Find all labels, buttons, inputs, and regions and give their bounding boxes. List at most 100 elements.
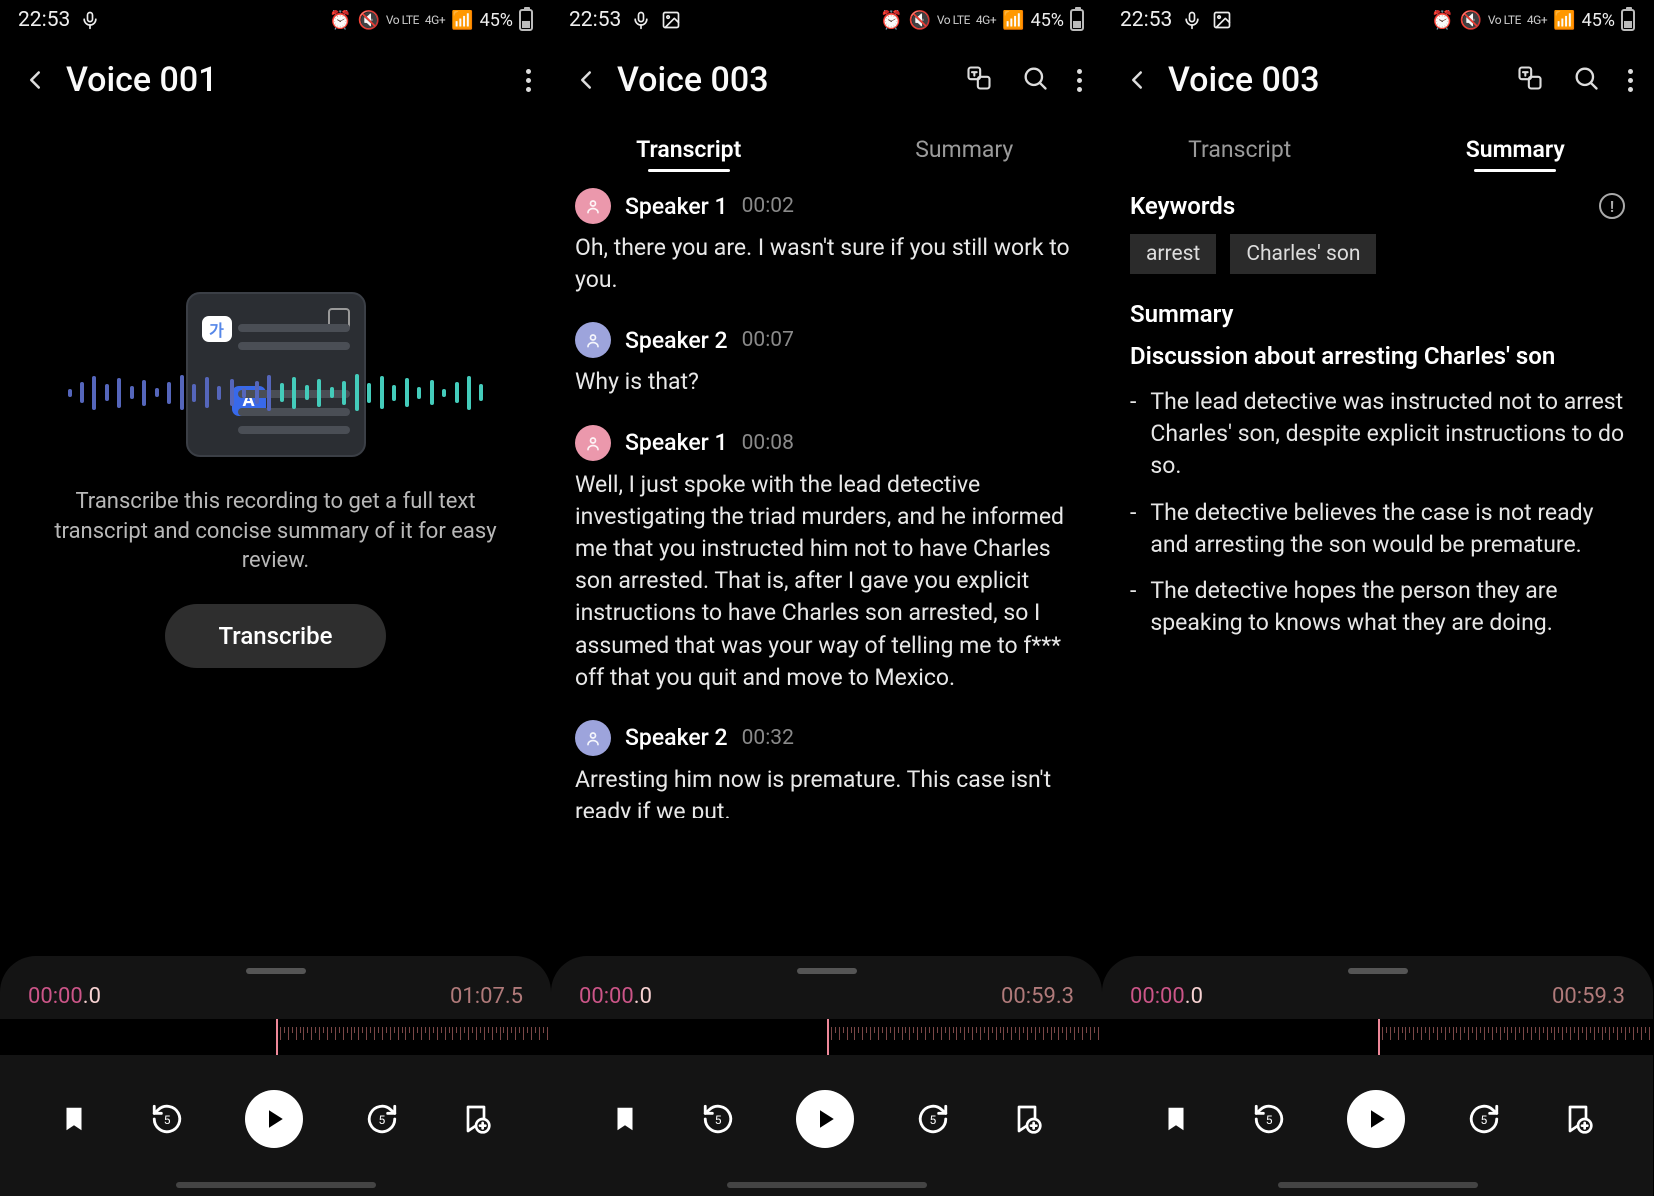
- back-button[interactable]: [1122, 65, 1152, 95]
- waveform-scrubber[interactable]: [0, 1019, 551, 1055]
- status-time: 22:53: [569, 8, 621, 32]
- summary-bullets: The lead detective was instructed not to…: [1130, 386, 1625, 639]
- battery-percent: 45%: [1031, 10, 1064, 31]
- tab-transcript[interactable]: Transcript: [551, 120, 827, 178]
- entry-timestamp: 00:08: [742, 431, 794, 455]
- mute-icon: 🔇: [908, 10, 930, 31]
- more-menu-button[interactable]: [1628, 69, 1633, 92]
- drag-handle[interactable]: [797, 968, 857, 974]
- translate-icon[interactable]: [1516, 64, 1544, 96]
- player-panel: 00:00.0 00:59.3 5 5: [1102, 956, 1653, 1196]
- transcript-entry[interactable]: Speaker 1 00:08 Well, I just spoke with …: [575, 425, 1078, 694]
- volte-icon: Vo LTE: [386, 13, 419, 27]
- forward-5-button[interactable]: 5: [916, 1102, 950, 1136]
- battery-percent: 45%: [1582, 10, 1615, 31]
- forward-5-button[interactable]: 5: [1467, 1102, 1501, 1136]
- search-icon[interactable]: [1021, 64, 1049, 96]
- network-type: 4G+: [1527, 13, 1547, 27]
- keyword-chip[interactable]: arrest: [1130, 234, 1216, 274]
- entry-text: Arresting him now is premature. This cas…: [575, 764, 1078, 818]
- speaker-avatar: [575, 425, 611, 461]
- search-icon[interactable]: [1572, 64, 1600, 96]
- summary-heading: Discussion about arresting Charles' son: [1130, 342, 1625, 370]
- transcribe-button[interactable]: Transcribe: [165, 604, 387, 668]
- home-indicator[interactable]: [1278, 1182, 1478, 1188]
- transcribe-illustration: 가 A: [186, 292, 366, 457]
- bookmark-button[interactable]: [610, 1104, 640, 1134]
- speaker-avatar: [575, 322, 611, 358]
- speaker-avatar: [575, 188, 611, 224]
- back-button[interactable]: [571, 65, 601, 95]
- recording-title: Voice 003: [1168, 60, 1500, 100]
- rewind-5-button[interactable]: 5: [1252, 1102, 1286, 1136]
- total-time: 00:59.3: [1552, 984, 1625, 1009]
- drag-handle[interactable]: [1348, 968, 1408, 974]
- forward-5-button[interactable]: 5: [365, 1102, 399, 1136]
- battery-icon: [1070, 9, 1084, 31]
- summary-panel: Keywords ! arrestCharles' son Summary Di…: [1102, 178, 1653, 667]
- media-icon: [661, 10, 681, 30]
- tab-summary[interactable]: Summary: [1378, 120, 1654, 178]
- entry-text: Oh, there you are. I wasn't sure if you …: [575, 232, 1078, 296]
- rewind-5-button[interactable]: 5: [150, 1102, 184, 1136]
- waveform-scrubber[interactable]: [551, 1019, 1102, 1055]
- transcript-list[interactable]: Speaker 1 00:02 Oh, there you are. I was…: [551, 178, 1102, 818]
- entry-text: Well, I just spoke with the lead detecti…: [575, 469, 1078, 694]
- app-header: Voice 003: [1102, 40, 1653, 120]
- rewind-5-button[interactable]: 5: [701, 1102, 735, 1136]
- mic-icon: [631, 10, 651, 30]
- tab-bar: TranscriptSummary: [551, 120, 1102, 178]
- play-button[interactable]: [245, 1090, 303, 1148]
- keyword-chip[interactable]: Charles' son: [1230, 234, 1376, 274]
- player-panel: 00:00.0 01:07.5 5 5: [0, 956, 551, 1196]
- add-bookmark-button[interactable]: [460, 1103, 492, 1135]
- status-time: 22:53: [1120, 8, 1172, 32]
- play-button[interactable]: [1347, 1090, 1405, 1148]
- speaker-avatar: [575, 720, 611, 756]
- info-icon[interactable]: !: [1599, 193, 1625, 219]
- battery-icon: [519, 9, 533, 31]
- more-menu-button[interactable]: [1077, 69, 1082, 92]
- transcript-entry[interactable]: Speaker 1 00:02 Oh, there you are. I was…: [575, 188, 1078, 296]
- add-bookmark-button[interactable]: [1562, 1103, 1594, 1135]
- status-bar: 22:53 ⏰ 🔇 Vo LTE 4G+ 📶 45%: [551, 0, 1102, 40]
- bookmark-button[interactable]: [59, 1104, 89, 1134]
- play-button[interactable]: [796, 1090, 854, 1148]
- player-panel: 00:00.0 00:59.3 5 5: [551, 956, 1102, 1196]
- total-time: 01:07.5: [450, 984, 523, 1009]
- current-time: 00:00.0: [579, 984, 652, 1009]
- bookmark-button[interactable]: [1161, 1104, 1191, 1134]
- keyword-chips: arrest Charles' son: [1130, 234, 1625, 274]
- more-menu-button[interactable]: [526, 69, 531, 92]
- entry-timestamp: 00:32: [742, 726, 794, 750]
- transcript-entry[interactable]: Speaker 2 00:07 Why is that?: [575, 322, 1078, 398]
- signal-icon: 📶: [451, 10, 473, 31]
- app-header: Voice 003: [551, 40, 1102, 120]
- translate-icon[interactable]: [965, 64, 993, 96]
- mute-icon: 🔇: [1459, 10, 1481, 31]
- media-icon: [1212, 10, 1232, 30]
- home-indicator[interactable]: [176, 1182, 376, 1188]
- total-time: 00:59.3: [1001, 984, 1074, 1009]
- alarm-icon: ⏰: [1431, 10, 1453, 31]
- transcribe-prompt: 가 A Transcribe this recording to get a f…: [0, 120, 551, 840]
- waveform-scrubber[interactable]: [1102, 1019, 1653, 1055]
- speaker-name: Speaker 1: [625, 193, 728, 220]
- tab-transcript[interactable]: Transcript: [1102, 120, 1378, 178]
- tab-bar: TranscriptSummary: [1102, 120, 1653, 178]
- transcript-entry[interactable]: Speaker 2 00:32 Arresting him now is pre…: [575, 720, 1078, 818]
- volte-icon: Vo LTE: [1488, 13, 1521, 27]
- speaker-name: Speaker 1: [625, 429, 728, 456]
- current-time: 00:00.0: [28, 984, 101, 1009]
- drag-handle[interactable]: [246, 968, 306, 974]
- keywords-label: Keywords: [1130, 192, 1235, 220]
- volte-icon: Vo LTE: [937, 13, 970, 27]
- home-indicator[interactable]: [727, 1182, 927, 1188]
- back-button[interactable]: [20, 65, 50, 95]
- tab-summary[interactable]: Summary: [827, 120, 1103, 178]
- alarm-icon: ⏰: [880, 10, 902, 31]
- entry-timestamp: 00:07: [742, 328, 794, 352]
- add-bookmark-button[interactable]: [1011, 1103, 1043, 1135]
- entry-text: Why is that?: [575, 366, 1078, 398]
- network-type: 4G+: [425, 13, 445, 27]
